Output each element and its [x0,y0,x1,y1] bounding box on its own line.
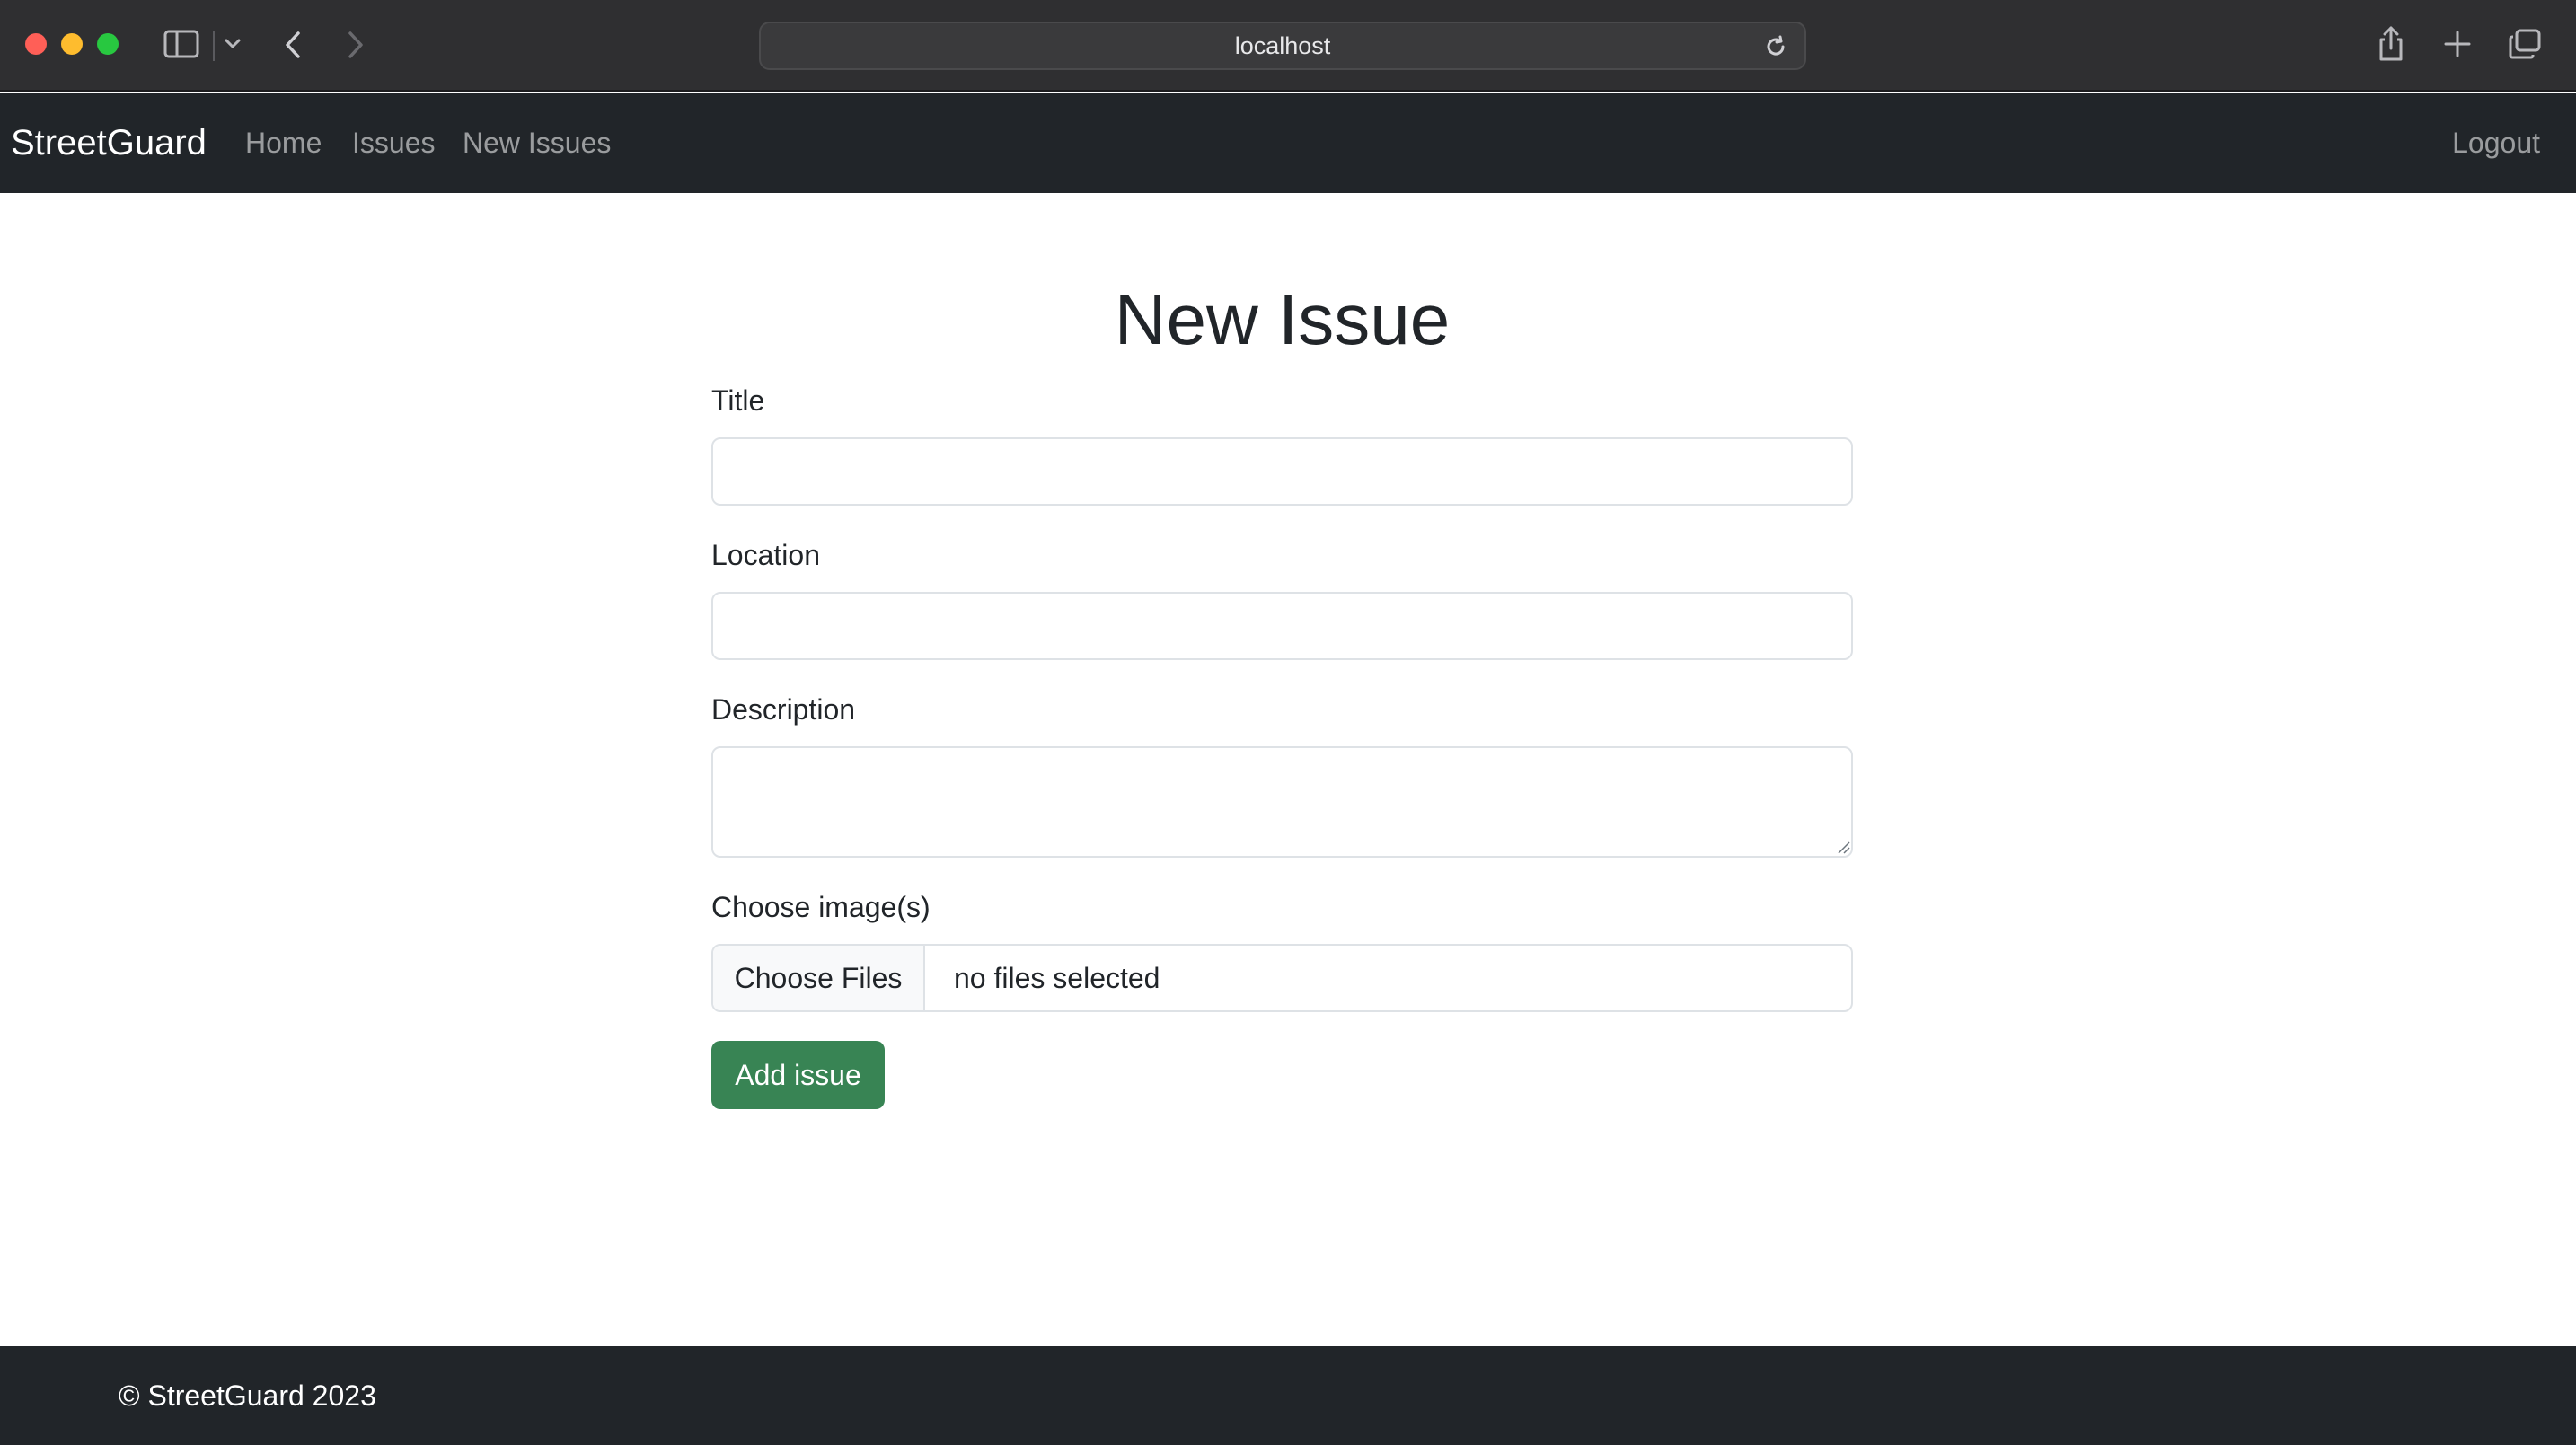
page-footer: © StreetGuard 2023 [0,1346,2576,1445]
reload-icon[interactable] [1763,34,1788,64]
nav-link-home[interactable]: Home [245,93,322,193]
choose-files-button[interactable]: Choose Files [713,946,925,1010]
chevron-down-icon[interactable] [225,39,241,49]
location-label: Location [711,539,820,571]
brand-logo-link[interactable]: StreetGuard [11,93,207,193]
images-label: Choose image(s) [711,891,931,923]
tabs-overview-icon[interactable] [2508,28,2542,60]
forward-icon[interactable] [347,31,365,59]
address-bar[interactable]: localhost [759,22,1806,70]
close-window-button[interactable] [25,33,47,55]
nav-link-new-issues[interactable]: New Issues [463,93,611,193]
add-issue-button[interactable]: Add issue [711,1041,885,1109]
new-tab-icon[interactable] [2443,30,2472,58]
top-navbar: StreetGuard Home Issues New Issues Logou… [0,93,2576,193]
share-icon[interactable] [2376,25,2406,63]
description-label: Description [711,693,856,726]
sidebar-icon[interactable] [163,30,199,58]
file-upload-input[interactable]: Choose Files no files selected [711,944,1853,1012]
url-text: localhost [1234,32,1331,59]
browser-toolbar: localhost [0,0,2576,92]
description-textarea[interactable] [711,746,1853,858]
title-input[interactable] [711,437,1853,506]
minimize-window-button[interactable] [61,33,83,55]
page-title: New Issue [1114,279,1451,359]
nav-link-issues[interactable]: Issues [352,93,435,193]
location-input[interactable] [711,592,1853,660]
back-icon[interactable] [284,31,302,59]
copyright-text: © StreetGuard 2023 [119,1379,376,1412]
divider [212,31,216,61]
title-label: Title [711,384,765,417]
logout-link[interactable]: Logout [2452,93,2540,193]
file-status-text: no files selected [954,961,1160,994]
maximize-window-button[interactable] [97,33,119,55]
resize-grip-icon[interactable] [1838,841,1850,859]
